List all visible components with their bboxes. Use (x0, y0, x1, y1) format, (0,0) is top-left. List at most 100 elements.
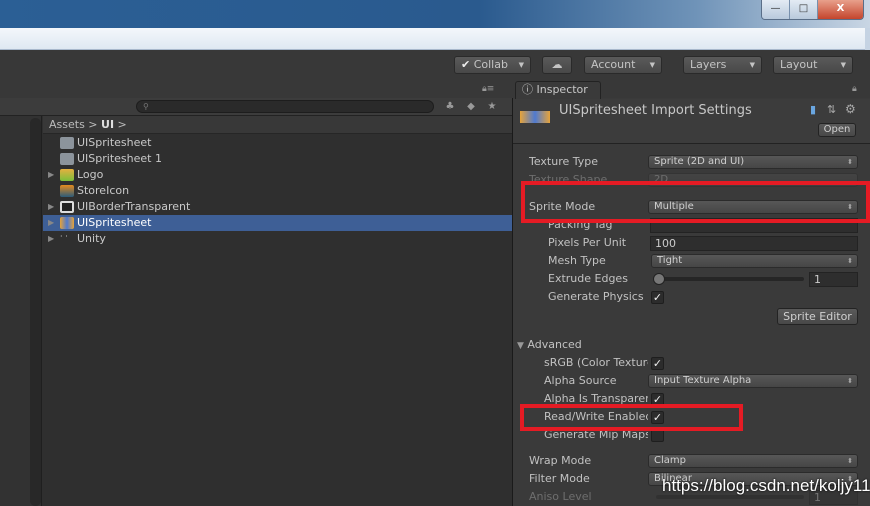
sprite-editor-button[interactable]: Sprite Editor (777, 308, 858, 325)
info-icon: ⓘ (522, 83, 533, 96)
help-book-icon[interactable]: ▮ (810, 103, 816, 116)
updown-arrow-icon: ⬍ (847, 158, 853, 166)
srgb-label: sRGB (Color Texture) (544, 356, 648, 369)
foldout-arrow-icon: ▼ (517, 341, 524, 351)
wrap-mode-dropdown[interactable]: Clamp ⬍ (648, 454, 858, 468)
generate-physics-label: Generate Physics (548, 290, 644, 303)
breadcrumb-assets[interactable]: Assets (49, 118, 85, 131)
dropdown-value: Sprite (2D and UI) (654, 156, 745, 167)
item-label: UISpritesheet (77, 136, 152, 149)
cloud-icon: ☁ (551, 58, 563, 71)
updown-arrow-icon: ⬍ (847, 257, 853, 265)
list-item[interactable]: ▶ · · Unity (43, 231, 512, 247)
expand-arrow-icon[interactable]: ▶ (48, 231, 54, 247)
texture-thumbnail-icon: · · (60, 232, 68, 241)
collab-button[interactable]: ✔ Collab ▼ (454, 56, 531, 74)
dropdown-value: Clamp (654, 455, 686, 466)
window-controls: — □ X (761, 0, 864, 20)
mesh-type-dropdown[interactable]: Tight ⬍ (651, 254, 858, 268)
texture-type-label: Texture Type (529, 155, 599, 168)
breadcrumb: Assets > UI > (43, 116, 512, 134)
list-item[interactable]: ▶ UISpritesheet (43, 215, 512, 231)
pixels-per-unit-input[interactable]: 100 (650, 236, 858, 251)
asset-thumbnail-icon (520, 111, 550, 123)
minimize-button[interactable]: — (762, 0, 790, 19)
item-label: UISpritesheet 1 (77, 152, 162, 165)
extrude-edges-slider[interactable] (656, 277, 804, 281)
mesh-type-label: Mesh Type (548, 254, 606, 267)
dropdown-value: Input Texture Alpha (654, 375, 752, 386)
filter-by-type-icon[interactable]: ♣ (442, 99, 458, 115)
lock-icon[interactable]: 🔒︎≡ (482, 84, 494, 94)
chevron-down-icon: ▼ (518, 61, 524, 69)
tab-inspector[interactable]: ⓘ Inspector (515, 81, 601, 99)
scrollbar[interactable] (30, 118, 41, 506)
expand-arrow-icon[interactable]: ▶ (48, 167, 54, 183)
list-item[interactable]: ▶ UIBorderTransparent (43, 199, 512, 215)
tab-label: Inspector (536, 83, 588, 96)
menu-bar (0, 28, 865, 50)
chevron-down-icon: ▼ (749, 61, 755, 69)
chevron-down-icon: ▼ (840, 61, 846, 69)
aniso-level-label: Aniso Level (529, 490, 592, 503)
breadcrumb-ui[interactable]: UI (101, 118, 114, 131)
inspector-title: UISpritesheet Import Settings (559, 103, 752, 118)
item-label: StoreIcon (77, 184, 130, 197)
expand-arrow-icon[interactable]: ▶ (48, 215, 54, 231)
srgb-checkbox[interactable]: ✓ (651, 357, 664, 370)
list-item[interactable]: StoreIcon (43, 183, 512, 199)
extrude-edges-input[interactable]: 1 (809, 272, 858, 287)
dropdown-value: Tight (657, 255, 683, 266)
texture-thumbnail-icon (60, 169, 74, 181)
favorites-star-icon[interactable]: ★ (484, 99, 500, 115)
advanced-foldout[interactable]: ▼ Advanced (517, 338, 582, 351)
alpha-source-label: Alpha Source (544, 374, 617, 387)
layers-label: Layers (690, 58, 727, 71)
title-bar (0, 0, 870, 28)
check-icon: ✔ (461, 58, 471, 71)
advanced-label: Advanced (527, 338, 582, 351)
highlight-box-read-write (520, 404, 743, 431)
highlight-box-sprite-mode (521, 181, 870, 223)
wrap-mode-label: Wrap Mode (529, 454, 592, 467)
list-item[interactable]: UISpritesheet (43, 135, 512, 151)
list-item[interactable]: UISpritesheet 1 (43, 151, 512, 167)
pixels-per-unit-label: Pixels Per Unit (548, 236, 627, 249)
item-label: Logo (77, 168, 104, 181)
alpha-source-dropdown[interactable]: Input Texture Alpha ⬍ (648, 374, 858, 388)
layout-label: Layout (780, 58, 818, 71)
folder-icon (60, 137, 74, 149)
cloud-button[interactable]: ☁ (542, 56, 572, 74)
account-button[interactable]: Account ▼ (584, 56, 662, 74)
generate-physics-checkbox[interactable]: ✓ (651, 291, 664, 304)
layout-button[interactable]: Layout ▼ (773, 56, 853, 74)
open-button[interactable]: Open (818, 123, 856, 137)
filter-by-label-icon[interactable]: ◆ (463, 99, 479, 115)
texture-thumbnail-icon (60, 185, 74, 197)
texture-type-dropdown[interactable]: Sprite (2D and UI) ⬍ (648, 155, 858, 169)
updown-arrow-icon: ⬍ (847, 457, 853, 465)
layers-button[interactable]: Layers ▼ (683, 56, 762, 74)
maximize-button[interactable]: □ (790, 0, 818, 19)
expand-arrow-icon[interactable]: ▶ (48, 199, 54, 215)
collab-label: Collab (473, 58, 508, 71)
window-border (865, 28, 870, 50)
search-input[interactable]: ⚲ (136, 100, 434, 113)
folder-icon (60, 153, 74, 165)
close-button[interactable]: X (818, 0, 863, 19)
texture-thumbnail-icon (60, 217, 74, 229)
slider-handle[interactable] (653, 273, 665, 285)
gear-icon[interactable]: ⚙ (845, 102, 856, 116)
account-label: Account (591, 58, 636, 71)
lock-icon[interactable]: 🔒︎ (852, 84, 857, 94)
watermark: https://blog.csdn.net/koljy111 (662, 476, 870, 495)
texture-thumbnail-icon (60, 201, 74, 213)
extrude-edges-label: Extrude Edges (548, 272, 628, 285)
item-label: UIBorderTransparent (77, 200, 191, 213)
item-label: Unity (77, 232, 106, 245)
chevron-down-icon: ▼ (649, 61, 655, 69)
presets-icon[interactable]: ⇅ (827, 103, 836, 116)
list-item[interactable]: ▶ Logo (43, 167, 512, 183)
updown-arrow-icon: ⬍ (847, 377, 853, 385)
item-label: UISpritesheet (77, 216, 152, 229)
